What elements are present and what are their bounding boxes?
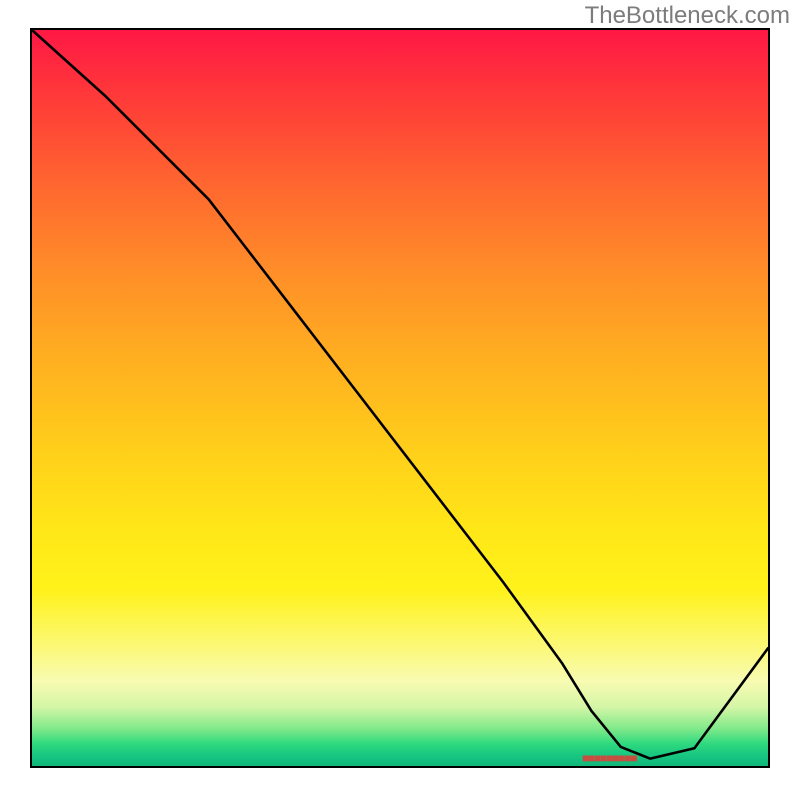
curve-svg	[32, 30, 768, 766]
watermark-text: TheBottleneck.com	[585, 2, 790, 30]
chart-root: TheBottleneck.com ■■■■■■■■■	[0, 0, 800, 800]
plot-area: ■■■■■■■■■	[30, 28, 770, 768]
series-line	[32, 30, 768, 759]
optimum-marker: ■■■■■■■■■	[582, 751, 636, 765]
